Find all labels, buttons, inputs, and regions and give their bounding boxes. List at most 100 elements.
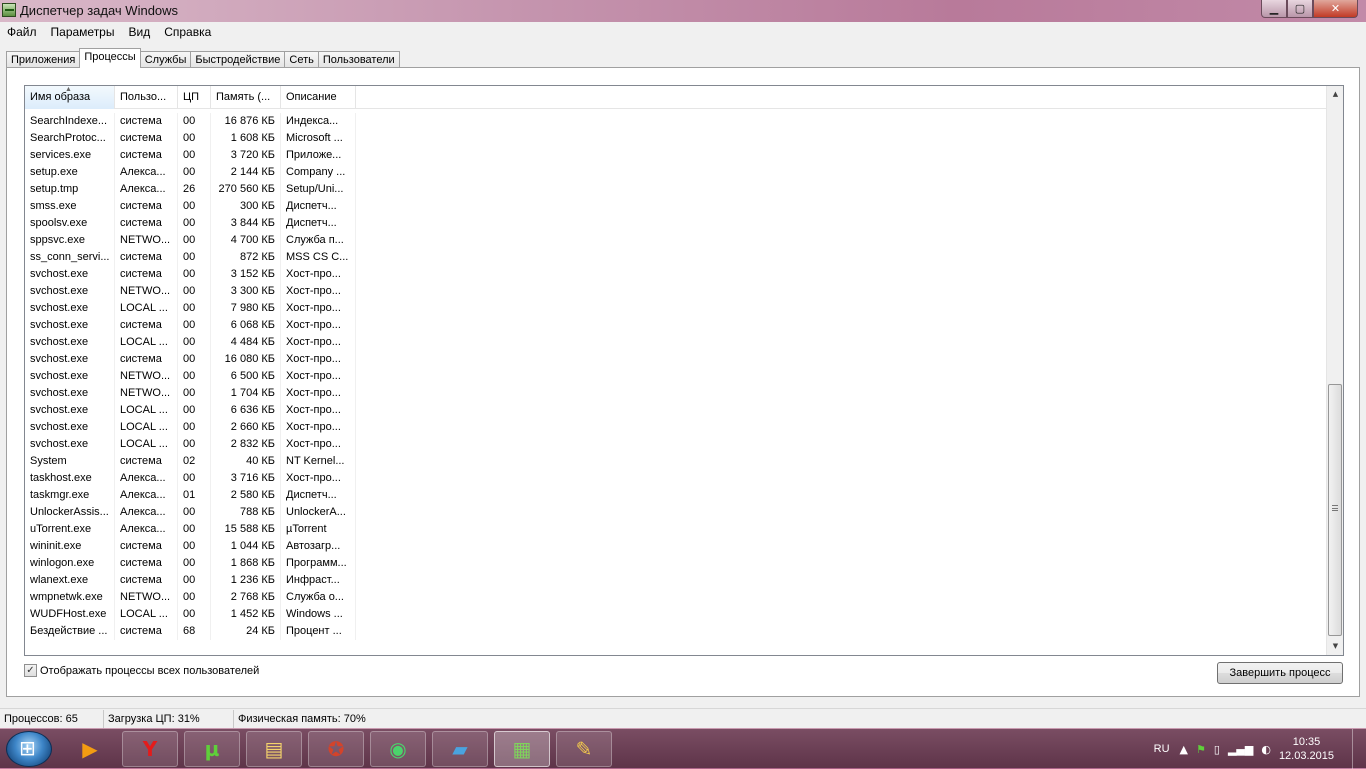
menu-options[interactable]: Параметры [44, 25, 122, 39]
table-row[interactable]: Бездействие ... система 68 24 КБ Процент ... [25, 623, 1327, 640]
table-row[interactable]: SearchIndexe... система 00 16 876 КБ Индекса… [25, 113, 1327, 130]
cell-description: Хост-про... [281, 351, 356, 368]
media-player-icon[interactable]: ▶ [62, 731, 118, 767]
table-row[interactable]: ss_conn_servi... система 00 872 КБ MSS CS C.… [25, 249, 1327, 266]
table-row[interactable]: taskmgr.exe Алекса... 01 2 580 КБ Диспетч... [25, 487, 1327, 504]
tablet-icon[interactable]: ▰ [432, 731, 488, 767]
column-user[interactable]: Пользо... [115, 86, 178, 109]
table-row[interactable]: svchost.exe система 00 16 080 КБ Хост-про... [25, 351, 1327, 368]
task-manager-window: Файл Параметры Вид Справка Приложения Пр… [0, 22, 1366, 728]
table-row[interactable]: svchost.exe LOCAL ... 00 4 484 КБ Хост-про..… [25, 334, 1327, 351]
column-cpu[interactable]: ЦП [178, 86, 211, 109]
scroll-up-icon[interactable]: ▲ [1327, 86, 1343, 103]
table-row[interactable]: smss.exe система 00 300 КБ Диспетч... [25, 198, 1327, 215]
clock[interactable]: 10:35 12.03.2015 [1279, 735, 1334, 763]
table-row[interactable]: svchost.exe LOCAL ... 00 6 636 КБ Хост-про..… [25, 402, 1327, 419]
table-row[interactable]: System система 02 40 КБ NT Kernel... [25, 453, 1327, 470]
scroll-thumb[interactable] [1328, 384, 1342, 636]
close-button[interactable]: ✕ [1313, 0, 1358, 18]
device-icon[interactable]: ▯ [1214, 743, 1220, 756]
cell-description: Хост-про... [281, 419, 356, 436]
menu-view[interactable]: Вид [121, 25, 157, 39]
cell-description: MSS CS C... [281, 249, 356, 266]
cell-description: Автозагр... [281, 538, 356, 555]
cell-memory: 6 068 КБ [211, 317, 281, 334]
show-all-users-option[interactable]: ✓ Отображать процессы всех пользователей [24, 664, 259, 677]
scroll-down-icon[interactable]: ▼ [1327, 638, 1343, 655]
table-row[interactable]: spoolsv.exe система 00 3 844 КБ Диспетч... [25, 215, 1327, 232]
table-row[interactable]: taskhost.exe Алекса... 00 3 716 КБ Хост-про.… [25, 470, 1327, 487]
table-row[interactable]: uTorrent.exe Алекса... 00 15 588 КБ µTorrent [25, 521, 1327, 538]
cell-user: Алекса... [115, 521, 178, 538]
game-icon[interactable]: ✪ [308, 731, 364, 767]
show-all-users-checkbox[interactable]: ✓ [24, 664, 37, 677]
tab-networking[interactable]: Сеть [284, 51, 319, 68]
column-memory[interactable]: Память (... [211, 86, 281, 109]
table-row[interactable]: svchost.exe NETWO... 00 1 704 КБ Хост-про... [25, 385, 1327, 402]
table-row[interactable]: wlanext.exe система 00 1 236 КБ Инфраст... [25, 572, 1327, 589]
cell-memory: 40 КБ [211, 453, 281, 470]
volume-icon[interactable]: ◐ [1261, 743, 1271, 756]
cell-user: LOCAL ... [115, 402, 178, 419]
table-row[interactable]: wininit.exe система 00 1 044 КБ Автозагр... [25, 538, 1327, 555]
maximize-button[interactable]: ▢ [1287, 0, 1313, 18]
cell-image-name: wininit.exe [25, 538, 115, 555]
clock-time: 10:35 [1292, 736, 1321, 748]
table-row[interactable]: svchost.exe LOCAL ... 00 2 832 КБ Хост-про..… [25, 436, 1327, 453]
cell-user: система [115, 130, 178, 147]
table-row[interactable]: services.exe система 00 3 720 КБ Приложе... [25, 147, 1327, 164]
cell-filler [356, 317, 1327, 334]
table-row[interactable]: svchost.exe NETWO... 00 3 300 КБ Хост-про... [25, 283, 1327, 300]
task-manager-taskbar-icon[interactable]: ▦ [494, 731, 550, 767]
cell-image-name: svchost.exe [25, 317, 115, 334]
table-row[interactable]: sppsvc.exe NETWO... 00 4 700 КБ Служба п... [25, 232, 1327, 249]
table-row[interactable]: svchost.exe система 00 3 152 КБ Хост-про... [25, 266, 1327, 283]
minimize-button[interactable]: ▁ [1261, 0, 1287, 18]
title-bar[interactable]: Диспетчер задач Windows ▁ ▢ ✕ [0, 0, 1366, 22]
column-image-name[interactable]: ▲ Имя образа [25, 86, 115, 109]
column-description[interactable]: Описание [281, 86, 356, 109]
tab-applications[interactable]: Приложения [6, 51, 81, 68]
status-cpu: Загрузка ЦП: 31% [104, 709, 234, 728]
tab-services[interactable]: Службы [139, 51, 192, 68]
tab-strip: Приложения Процессы Службы Быстродействи… [6, 48, 400, 68]
cell-user: система [115, 215, 178, 232]
end-process-button[interactable]: Завершить процесс [1217, 662, 1343, 684]
tab-processes[interactable]: Процессы [79, 48, 141, 68]
tab-performance[interactable]: Быстродействие [190, 51, 286, 68]
show-desktop-button[interactable] [1352, 729, 1366, 769]
yandex-browser-icon[interactable]: Y [122, 731, 178, 767]
cell-filler [356, 215, 1327, 232]
menu-file[interactable]: Файл [0, 25, 44, 39]
language-indicator[interactable]: RU [1154, 743, 1170, 755]
file-explorer-icon[interactable]: ▤ [246, 731, 302, 767]
table-row[interactable]: SearchProtoc... система 00 1 608 КБ Microsof… [25, 130, 1327, 147]
show-hidden-icons-icon[interactable]: ▲ [1180, 743, 1188, 756]
cell-image-name: svchost.exe [25, 402, 115, 419]
table-row[interactable]: setup.exe Алекса... 00 2 144 КБ Company ... [25, 164, 1327, 181]
table-row[interactable]: winlogon.exe система 00 1 868 КБ Программ... [25, 555, 1327, 572]
table-row[interactable]: wmpnetwk.exe NETWO... 00 2 768 КБ Служба о..… [25, 589, 1327, 606]
cell-description: Хост-про... [281, 402, 356, 419]
start-button[interactable] [6, 731, 52, 767]
table-row[interactable]: svchost.exe система 00 6 068 КБ Хост-про... [25, 317, 1327, 334]
network-meter-icon[interactable]: ◉ [370, 731, 426, 767]
table-row[interactable]: svchost.exe LOCAL ... 00 7 980 КБ Хост-про..… [25, 300, 1327, 317]
table-row[interactable]: svchost.exe LOCAL ... 00 2 660 КБ Хост-про..… [25, 419, 1327, 436]
cell-user: система [115, 538, 178, 555]
table-row[interactable]: svchost.exe NETWO... 00 6 500 КБ Хост-про... [25, 368, 1327, 385]
utorrent-icon[interactable]: µ [184, 731, 240, 767]
cell-memory: 16 080 КБ [211, 351, 281, 368]
table-row[interactable]: WUDFHost.exe LOCAL ... 00 1 452 КБ Windows .… [25, 606, 1327, 623]
flag-icon[interactable]: ⚑ [1196, 743, 1206, 756]
table-row[interactable]: UnlockerAssis... Алекса... 00 788 КБ Unlocke… [25, 504, 1327, 521]
cell-cpu: 00 [178, 504, 211, 521]
tab-users[interactable]: Пользователи [317, 51, 400, 68]
vertical-scrollbar[interactable]: ▲ ▼ [1326, 86, 1343, 655]
cell-image-name: taskhost.exe [25, 470, 115, 487]
signal-icon[interactable]: ▂▄▆ [1228, 743, 1253, 756]
process-list[interactable]: ▲ Имя образа Пользо... ЦП Память (... Оп… [24, 85, 1344, 656]
paint-icon[interactable]: ✎ [556, 731, 612, 767]
table-row[interactable]: setup.tmp Алекса... 26 270 560 КБ Setup/Uni.… [25, 181, 1327, 198]
menu-help[interactable]: Справка [157, 25, 218, 39]
